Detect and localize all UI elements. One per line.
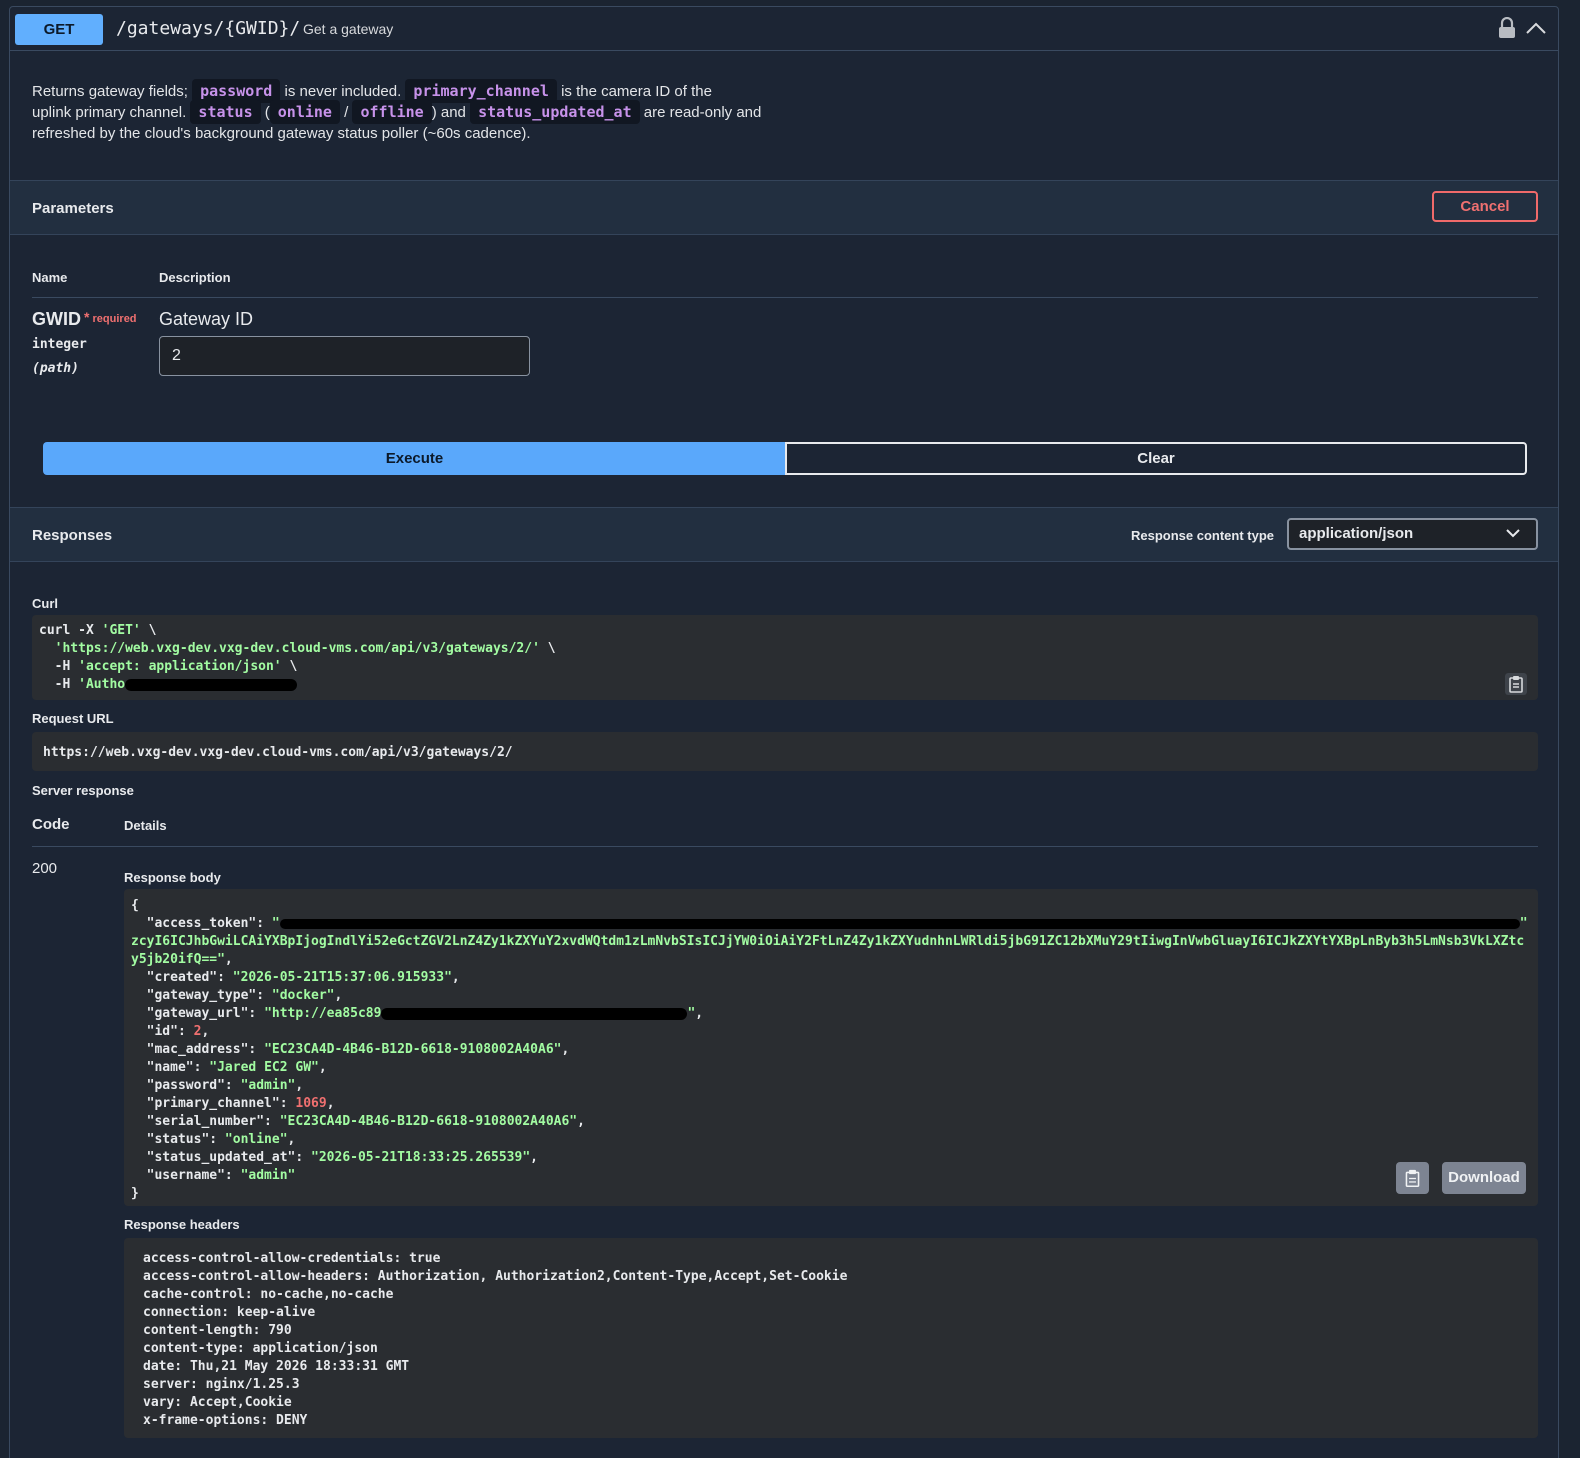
param-location: (path) bbox=[32, 361, 79, 376]
request-url-box: https://web.vxg-dev.vxg-dev.cloud-vms.co… bbox=[32, 732, 1538, 771]
header-line: vary: Accept,Cookie bbox=[143, 1395, 292, 1410]
response-headers: access-control-allow-credentials: true a… bbox=[124, 1238, 1538, 1438]
request-url: https://web.vxg-dev.vxg-dev.cloud-vms.co… bbox=[43, 745, 513, 760]
inline-code-offline: offline bbox=[352, 100, 432, 124]
header-line: x-frame-options: DENY bbox=[143, 1413, 308, 1428]
execute-button[interactable]: Execute bbox=[43, 442, 786, 475]
responses-header: Responses Response content type applicat… bbox=[10, 507, 1558, 562]
clear-button[interactable]: Clear bbox=[785, 442, 1527, 475]
response-body: { "access_token": " " zcyI6ICJhbGwiLCAiYX… bbox=[124, 889, 1538, 1206]
clipboard-icon bbox=[1405, 1169, 1420, 1188]
chevron-down-icon bbox=[1506, 529, 1520, 538]
operation-summary[interactable]: GET /gateways/{GWID}/ Get a gateway bbox=[10, 7, 1558, 51]
operation-summary-text: Get a gateway bbox=[303, 21, 394, 37]
redaction bbox=[279, 918, 1520, 929]
request-url-label: Request URL bbox=[32, 711, 114, 726]
gwid-input[interactable] bbox=[159, 336, 530, 376]
redaction bbox=[381, 1007, 688, 1020]
header-line: connection: keep-alive bbox=[143, 1305, 316, 1320]
clipboard-icon[interactable] bbox=[1505, 673, 1527, 695]
redaction bbox=[125, 678, 298, 691]
operation-path: /gateways/{GWID}/ bbox=[116, 18, 301, 39]
content-type-select[interactable]: application/json bbox=[1287, 518, 1538, 550]
header-line: access-control-allow-credentials: true bbox=[143, 1251, 441, 1266]
response-body-label: Response body bbox=[124, 870, 221, 885]
param-description: Gateway ID bbox=[159, 309, 254, 329]
required-label: * required bbox=[84, 309, 137, 325]
inline-code-online: online bbox=[269, 100, 340, 124]
divider bbox=[32, 846, 1538, 847]
response-code: 200 bbox=[32, 860, 58, 877]
col-details-header: Details bbox=[124, 818, 167, 833]
curl-label: Curl bbox=[32, 596, 58, 611]
inline-code-status-updated-at: status_updated_at bbox=[470, 100, 640, 124]
header-line: cache-control: no-cache,no-cache bbox=[143, 1287, 394, 1302]
lock-icon[interactable] bbox=[1498, 17, 1516, 39]
curl-box: curl -X 'GET' \ 'https://web.vxg-dev.vxg… bbox=[32, 615, 1538, 700]
col-description-header: Description bbox=[159, 270, 231, 285]
parameters-header: Parameters Cancel bbox=[10, 180, 1558, 235]
content-type-label: Response content type bbox=[1131, 528, 1275, 543]
col-code-header: Code bbox=[32, 816, 70, 833]
response-headers-label: Response headers bbox=[124, 1217, 240, 1232]
copy-response-button[interactable] bbox=[1396, 1162, 1429, 1194]
divider bbox=[32, 297, 1538, 298]
header-line: content-length: 790 bbox=[143, 1323, 292, 1338]
header-line: date: Thu,21 May 2026 18:33:31 GMT bbox=[143, 1359, 410, 1374]
cancel-button[interactable]: Cancel bbox=[1432, 191, 1538, 222]
server-response-label: Server response bbox=[32, 783, 134, 798]
responses-title: Responses bbox=[32, 527, 113, 544]
download-button[interactable]: Download bbox=[1442, 1162, 1526, 1194]
col-name-header: Name bbox=[32, 270, 68, 285]
header-line: content-type: application/json bbox=[143, 1341, 378, 1356]
header-line: server: nginx/1.25.3 bbox=[143, 1377, 300, 1392]
header-line: access-control-allow-headers: Authorizat… bbox=[143, 1269, 848, 1284]
operation-description: Returns gateway fields; password is neve… bbox=[32, 79, 792, 144]
param-type: integer bbox=[32, 337, 87, 352]
inline-code-status: status bbox=[190, 100, 261, 124]
param-name: GWID bbox=[32, 309, 81, 329]
operation-block: GET /gateways/{GWID}/ Get a gateway Retu… bbox=[9, 6, 1559, 1458]
http-method-badge: GET bbox=[15, 14, 103, 45]
parameters-title: Parameters bbox=[32, 200, 114, 217]
chevron-up-icon[interactable] bbox=[1525, 19, 1547, 37]
